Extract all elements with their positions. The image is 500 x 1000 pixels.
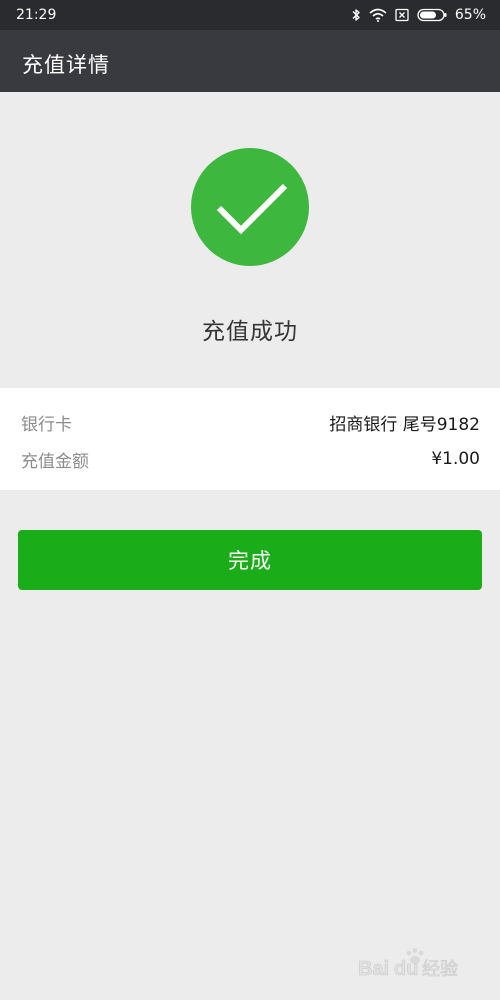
detail-label: 充值金额 xyxy=(21,451,89,472)
done-button[interactable]: 完成 xyxy=(18,530,482,590)
wifi-icon xyxy=(369,8,387,22)
title-bar: 充值详情 xyxy=(0,30,500,92)
recharge-detail-screen: 21:29 65% 充值详情 充值成功 银行卡 招商银行 尾号9182 充值金额… xyxy=(0,0,500,1000)
svg-text:Bai: Bai xyxy=(358,958,389,980)
status-icons: 65% xyxy=(351,5,486,25)
paw-logo-icon: Bai du 经验 xyxy=(358,948,458,980)
detail-label: 银行卡 xyxy=(21,414,72,435)
detail-row-amount: 充值金额 ¥1.00 xyxy=(21,446,480,472)
page-title: 充值详情 xyxy=(22,53,110,77)
detail-row-bank-card: 银行卡 招商银行 尾号9182 xyxy=(21,409,480,435)
detail-value: ¥1.00 xyxy=(431,449,480,469)
success-badge xyxy=(191,148,309,266)
detail-card: 银行卡 招商银行 尾号9182 充值金额 ¥1.00 xyxy=(0,388,500,490)
checkmark-icon xyxy=(216,183,288,235)
status-time: 21:29 xyxy=(16,7,57,23)
sim-off-icon xyxy=(395,8,409,22)
baidu-jingyan-watermark: Bai du 经验 xyxy=(354,945,474,981)
success-status-text: 充值成功 xyxy=(202,319,298,345)
detail-value: 招商银行 尾号9182 xyxy=(329,414,480,435)
bluetooth-icon xyxy=(351,8,361,22)
battery-icon xyxy=(417,8,447,22)
status-bar: 21:29 65% xyxy=(0,0,500,30)
battery-percent: 65% xyxy=(454,7,486,23)
svg-text:du: du xyxy=(394,958,418,980)
svg-text:经验: 经验 xyxy=(422,959,458,980)
